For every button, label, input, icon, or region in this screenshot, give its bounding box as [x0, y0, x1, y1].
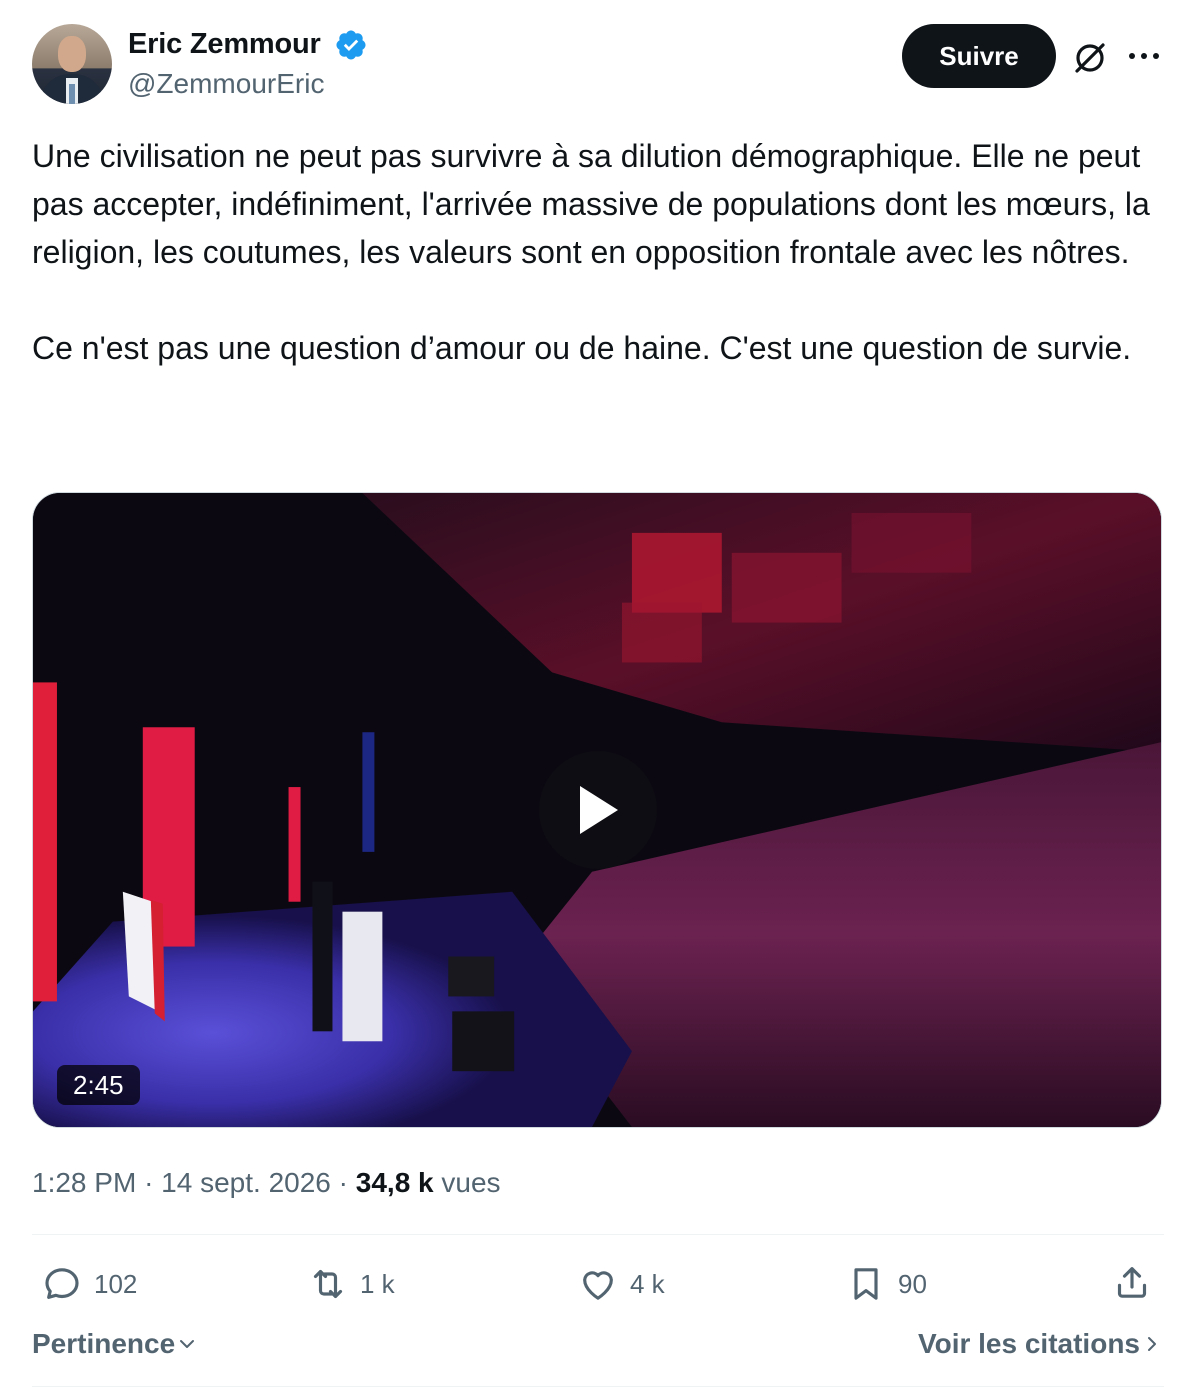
author-handle[interactable]: @ZemmourEric: [128, 66, 324, 102]
video-duration: 2:45: [57, 1065, 140, 1105]
play-icon: [580, 786, 618, 834]
follow-button[interactable]: Suivre: [902, 24, 1056, 88]
reply-button[interactable]: 102: [42, 1260, 137, 1308]
sort-label: Pertinence: [32, 1328, 176, 1359]
share-icon[interactable]: [1112, 1262, 1152, 1302]
video-player[interactable]: 2:45: [32, 492, 1162, 1128]
tweet-paragraph: Ce n'est pas une question d’amour ou de …: [32, 330, 1132, 366]
repost-icon: [313, 1269, 343, 1299]
quotes-label: Voir les citations: [918, 1328, 1140, 1359]
author-name[interactable]: Eric Zemmour: [128, 26, 321, 62]
tweet-date[interactable]: 14 sept. 2026: [161, 1167, 331, 1198]
view-quotes-link[interactable]: Voir les citations: [918, 1328, 1164, 1360]
tweet-text: Une civilisation ne peut pas survivre à …: [32, 132, 1172, 372]
verified-badge-icon: [336, 30, 366, 60]
grok-icon[interactable]: [1070, 38, 1110, 78]
divider: [32, 1234, 1164, 1235]
bookmark-icon: [854, 1268, 878, 1300]
meta-separator: ·: [144, 1167, 154, 1198]
reply-count: 102: [94, 1268, 138, 1299]
more-icon[interactable]: [1126, 42, 1162, 70]
repost-button[interactable]: 1 k: [308, 1260, 395, 1308]
tweet-time[interactable]: 1:28 PM: [32, 1167, 136, 1198]
views-count: 34,8 k: [355, 1167, 434, 1198]
bookmark-button[interactable]: 90: [846, 1260, 927, 1308]
like-button[interactable]: 4 k: [578, 1260, 665, 1308]
chevron-down-icon: [180, 1340, 195, 1348]
avatar[interactable]: [32, 24, 112, 104]
bookmark-count: 90: [898, 1268, 927, 1299]
avatar-face: [58, 36, 86, 72]
like-count: 4 k: [630, 1268, 665, 1299]
tweet-paragraph: Une civilisation ne peut pas survivre à …: [32, 138, 1150, 270]
avatar-tie: [69, 84, 75, 104]
divider: [32, 1386, 1164, 1387]
views-label: vues: [441, 1167, 501, 1198]
reply-icon: [45, 1268, 79, 1299]
tweet-meta: 1:28 PM · 14 sept. 2026 · 34,8 k vues: [32, 1164, 501, 1202]
repost-count: 1 k: [360, 1268, 395, 1299]
play-button[interactable]: [539, 751, 657, 869]
heart-icon: [583, 1271, 613, 1300]
meta-separator: ·: [338, 1167, 348, 1198]
sort-dropdown[interactable]: Pertinence: [32, 1328, 199, 1360]
chevron-right-icon: [1148, 1337, 1156, 1351]
